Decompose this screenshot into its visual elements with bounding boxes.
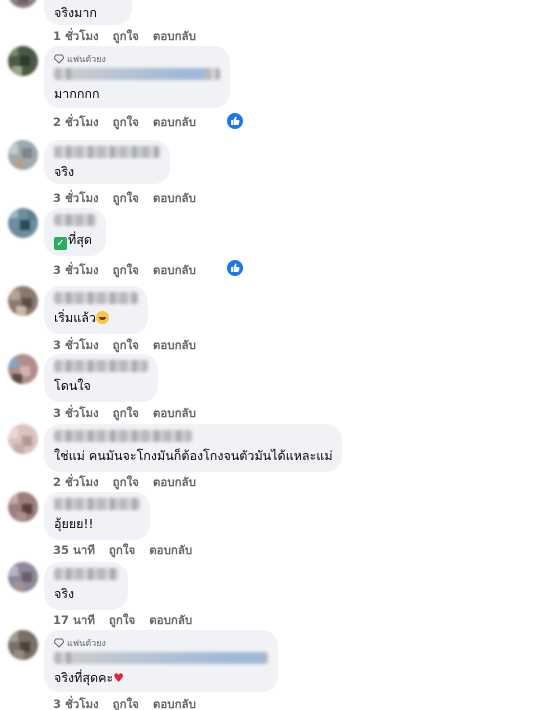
comment-bubble: แฟนตัวยง มากกกก [44,46,230,108]
avatar[interactable] [8,208,38,238]
reply-button[interactable]: ตอบกลับ [153,28,196,46]
comment-time[interactable]: 17 นาที [53,612,95,630]
like-button[interactable]: ถูกใจ [113,405,139,423]
reply-button[interactable]: ตอบกลับ [153,405,196,423]
comment-bubble: จริง [44,562,128,610]
comment-actions: 2 ชั่วโมง ถูกใจ ตอบกลับ [53,474,196,492]
comment-bubble: อุ้ยยย!! [44,492,150,540]
commenter-name[interactable] [54,292,138,304]
comment-time[interactable]: 3 ชั่วโมง [53,337,99,355]
comment-bubble: โดนใจ [44,354,158,402]
avatar[interactable] [8,630,38,660]
comment-actions: 3 ชั่วโมง ถูกใจ ตอบกลับ [53,696,196,710]
comment-bubble: แฟนตัวยง จริงที่สุดคะ♥ [44,630,278,692]
like-button[interactable]: ถูกใจ [113,337,139,355]
avatar[interactable] [8,424,38,454]
comment-text: จริงที่สุดคะ [54,670,114,685]
diamond-icon [54,638,64,648]
commenter-name[interactable] [54,360,148,372]
avatar[interactable] [8,562,38,592]
commenter-name[interactable] [54,568,118,580]
diamond-icon [54,54,64,64]
comment-text: จริง [54,164,75,179]
comment-time[interactable]: 3 ชั่วโมง [53,405,99,423]
comment-time[interactable]: 3 ชั่วโมง [53,262,99,280]
comment-text: อุ้ยยย!! [54,516,94,531]
comment-text: โดนใจ [54,378,91,393]
comment-time[interactable]: 35 นาที [53,542,95,560]
reply-button[interactable]: ตอบกลับ [149,612,192,630]
comment-actions: 3 ชั่วโมง ถูกใจ ตอบกลับ [53,190,196,208]
heart-icon: ♥ [113,671,124,685]
grinning-face-icon [95,311,109,324]
comment-bubble: จริง [44,140,170,184]
comment-actions: 1 ชั่วโมง ถูกใจ ตอบกลับ [53,28,196,46]
fan-badge: แฟนตัวยง [54,636,268,650]
avatar[interactable] [8,140,38,170]
comment-actions: 2 ชั่วโมง ถูกใจ ตอบกลับ [53,114,196,132]
commenter-name[interactable] [54,652,268,664]
comment-time[interactable]: 2 ชั่วโมง [53,114,99,132]
comment-bubble: ✓ ที่สุด [44,208,106,256]
like-button[interactable]: ถูกใจ [113,696,139,710]
thumbs-up-icon [231,116,240,125]
reply-button[interactable]: ตอบกลับ [153,474,196,492]
comment-text: ใช่แม่ คนมันจะโกงมันก็ต้องโกงจนตัวมันได้… [54,448,333,463]
comment-time[interactable]: 1 ชั่วโมง [53,28,99,46]
comment-text: ที่สุด [68,232,92,247]
avatar[interactable] [8,0,38,8]
comment-actions: 35 นาที ถูกใจ ตอบกลับ [53,542,192,560]
commenter-name[interactable] [54,68,220,80]
like-button[interactable]: ถูกใจ [113,474,139,492]
reply-button[interactable]: ตอบกลับ [153,262,196,280]
avatar[interactable] [8,286,38,316]
comment-text: จริงมาก [54,5,97,20]
comment-actions: 3 ชั่วโมง ถูกใจ ตอบกลับ [53,405,196,423]
comment-time[interactable]: 2 ชั่วโมง [53,474,99,492]
like-button[interactable]: ถูกใจ [113,262,139,280]
commenter-name[interactable] [54,430,192,442]
like-reaction-badge[interactable] [227,113,243,129]
avatar[interactable] [8,354,38,384]
avatar[interactable] [8,46,38,76]
reply-button[interactable]: ตอบกลับ [153,696,196,710]
reply-button[interactable]: ตอบกลับ [153,190,196,208]
commenter-name[interactable] [54,146,160,158]
comment-time[interactable]: 3 ชั่วโมง [53,696,99,710]
like-button[interactable]: ถูกใจ [113,28,139,46]
thumbs-up-icon [231,263,240,272]
comment-actions: 17 นาที ถูกใจ ตอบกลับ [53,612,192,630]
avatar[interactable] [8,492,38,522]
like-button[interactable]: ถูกใจ [113,190,139,208]
fan-badge-label: แฟนตัวยง [67,55,106,65]
commenter-name[interactable] [54,498,140,510]
like-button[interactable]: ถูกใจ [109,612,135,630]
reply-button[interactable]: ตอบกลับ [153,114,196,132]
comment-bubble: ใช่แม่ คนมันจะโกงมันก็ต้องโกงจนตัวมันได้… [44,424,342,472]
comment-bubble: จริงมาก [44,0,132,25]
comment-text: เริ่มแล้ว [54,310,96,325]
reply-button[interactable]: ตอบกลับ [149,542,192,560]
fan-badge: แฟนตัวยง [54,52,220,66]
comment-text: จริง [54,586,75,601]
fan-badge-label: แฟนตัวยง [67,639,106,649]
comment-actions: 3 ชั่วโมง ถูกใจ ตอบกลับ [53,337,196,355]
like-button[interactable]: ถูกใจ [113,114,139,132]
check-mark-icon: ✓ [54,237,67,250]
like-button[interactable]: ถูกใจ [109,542,135,560]
comment-actions: 3 ชั่วโมง ถูกใจ ตอบกลับ [53,262,196,280]
commenter-name[interactable] [54,214,96,226]
comment-time[interactable]: 3 ชั่วโมง [53,190,99,208]
comment-bubble: เริ่มแล้ว [44,286,148,334]
comment-text: มากกกก [54,86,100,101]
reply-button[interactable]: ตอบกลับ [153,337,196,355]
like-reaction-badge[interactable] [227,260,243,276]
